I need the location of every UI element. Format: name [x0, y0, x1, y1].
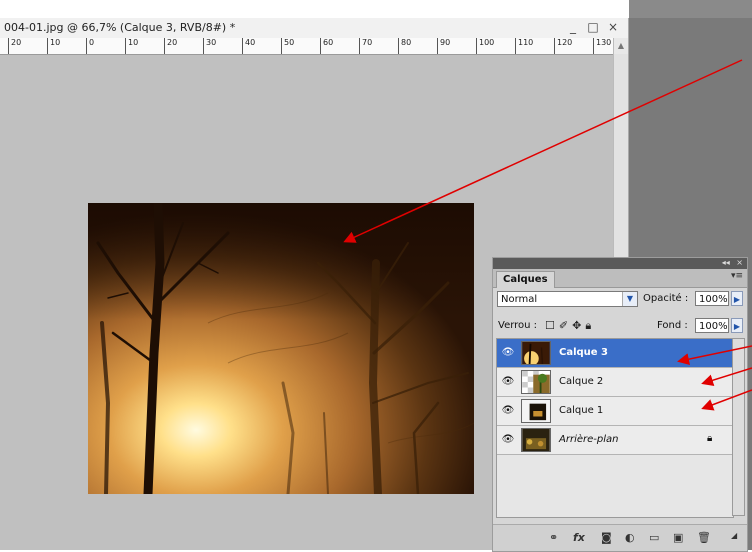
lock-icon: 🔒︎ — [707, 433, 713, 444]
opacity-arrow-icon[interactable]: ▶ — [731, 291, 743, 306]
layers-list: 👁︎ Calque 3 👁︎ Calque 2 👁︎ Calque 1 👁︎ A… — [496, 338, 734, 518]
layer-row-calque-3[interactable]: 👁︎ Calque 3 — [497, 339, 733, 368]
layer-row-calque-1[interactable]: 👁︎ Calque 1 — [497, 397, 733, 426]
layer-thumbnail — [521, 399, 551, 423]
opacity-label: Opacité : — [643, 293, 689, 304]
ruler-tick: 120 — [554, 38, 572, 54]
ruler-tick: 80 — [398, 38, 411, 54]
fill-arrow-icon[interactable]: ▶ — [731, 318, 743, 333]
eye-icon[interactable]: 👁︎ — [501, 347, 515, 359]
blend-mode-value: Normal — [501, 294, 538, 305]
ruler-tick: 90 — [437, 38, 450, 54]
fx-icon[interactable]: fx — [573, 531, 585, 544]
new-layer-icon[interactable]: ▣ — [673, 531, 683, 544]
layer-row-calque-2[interactable]: 👁︎ Calque 2 — [497, 368, 733, 397]
eye-icon[interactable]: 👁︎ — [501, 376, 515, 388]
layer-name: Calque 1 — [559, 405, 604, 416]
ruler-tick: 20 — [8, 38, 21, 54]
ruler-tick: 60 — [320, 38, 333, 54]
document-title: 004-01.jpg @ 66,7% (Calque 3, RVB/8#) * — [4, 21, 236, 34]
trash-icon[interactable]: 🗑︎ — [697, 531, 711, 544]
eye-icon[interactable]: 👁︎ — [501, 434, 515, 446]
ruler-tick: 130 — [593, 38, 611, 54]
scroll-up-arrow-icon[interactable]: ▲ — [613, 38, 628, 54]
collapse-panel-icon[interactable]: ◂◂ — [722, 258, 730, 267]
lock-position-icon[interactable]: ✥ — [572, 319, 585, 332]
ruler-tick: 10 — [125, 38, 138, 54]
fill-field[interactable]: 100% — [695, 318, 729, 333]
horizontal-ruler[interactable]: 20 10 0 10 20 30 40 50 60 70 80 90 100 1… — [0, 38, 628, 55]
fill-label: Fond : — [657, 320, 688, 331]
ruler-tick: 20 — [164, 38, 177, 54]
document-titlebar[interactable]: 004-01.jpg @ 66,7% (Calque 3, RVB/8#) * … — [0, 18, 628, 39]
layer-name: Calque 2 — [559, 376, 604, 387]
lock-label: Verrou : — [498, 320, 538, 331]
ruler-tick: 30 — [203, 38, 216, 54]
ruler-tick: 100 — [476, 38, 494, 54]
link-icon[interactable]: ⚭ — [549, 531, 558, 544]
layers-panel[interactable]: ◂◂ × Calques ▾≡ Normal ▼ Opacité : 100% … — [492, 257, 748, 552]
layer-name: Arrière-plan — [559, 434, 619, 445]
panel-header-strip[interactable]: ◂◂ × — [493, 258, 747, 269]
folder-icon[interactable]: ▭ — [649, 531, 659, 544]
layer-thumbnail — [521, 370, 551, 394]
workspace-top-strip — [629, 0, 752, 18]
panel-menu-icon[interactable]: ▾≡ — [731, 271, 743, 281]
ruler-tick: 50 — [281, 38, 294, 54]
lock-options: ☐✐✥🔒︎ — [545, 319, 595, 333]
chevron-down-icon[interactable]: ▼ — [622, 292, 637, 306]
maximize-button[interactable]: □ — [586, 20, 600, 34]
ruler-tick: 70 — [359, 38, 372, 54]
lock-transparency-icon[interactable]: ☐ — [545, 319, 559, 332]
ruler-tick: 0 — [86, 38, 94, 54]
panel-bottom-bar: ⚭ fx ◙ ◐ ▭ ▣ 🗑︎ ◢ — [493, 524, 747, 551]
tab-calques[interactable]: Calques — [496, 271, 555, 288]
layer-thumbnail — [521, 341, 551, 365]
blend-mode-select[interactable]: Normal ▼ — [497, 291, 638, 307]
eye-icon[interactable]: 👁︎ — [501, 405, 515, 417]
minimize-button[interactable]: _ — [566, 20, 580, 34]
canvas-photo[interactable] — [88, 203, 474, 494]
adjustment-icon[interactable]: ◐ — [625, 531, 635, 544]
close-panel-icon[interactable]: × — [736, 258, 743, 267]
resize-grip-icon[interactable]: ◢ — [731, 531, 737, 540]
ruler-tick: 10 — [47, 38, 60, 54]
ruler-tick: 110 — [515, 38, 533, 54]
panel-tab-row: Calques ▾≡ — [493, 269, 747, 288]
lock-all-icon[interactable]: 🔒︎ — [585, 319, 595, 332]
layers-scrollbar[interactable] — [732, 338, 745, 516]
ruler-tick: 40 — [242, 38, 255, 54]
mask-icon[interactable]: ◙ — [601, 531, 612, 544]
lock-pixels-icon[interactable]: ✐ — [559, 319, 572, 332]
opacity-field[interactable]: 100% — [695, 291, 729, 306]
layer-thumbnail — [521, 428, 551, 452]
layer-row-arriere-plan[interactable]: 👁︎ Arrière-plan 🔒︎ — [497, 426, 733, 455]
close-button[interactable]: × — [606, 20, 620, 34]
layer-name: Calque 3 — [559, 347, 609, 358]
